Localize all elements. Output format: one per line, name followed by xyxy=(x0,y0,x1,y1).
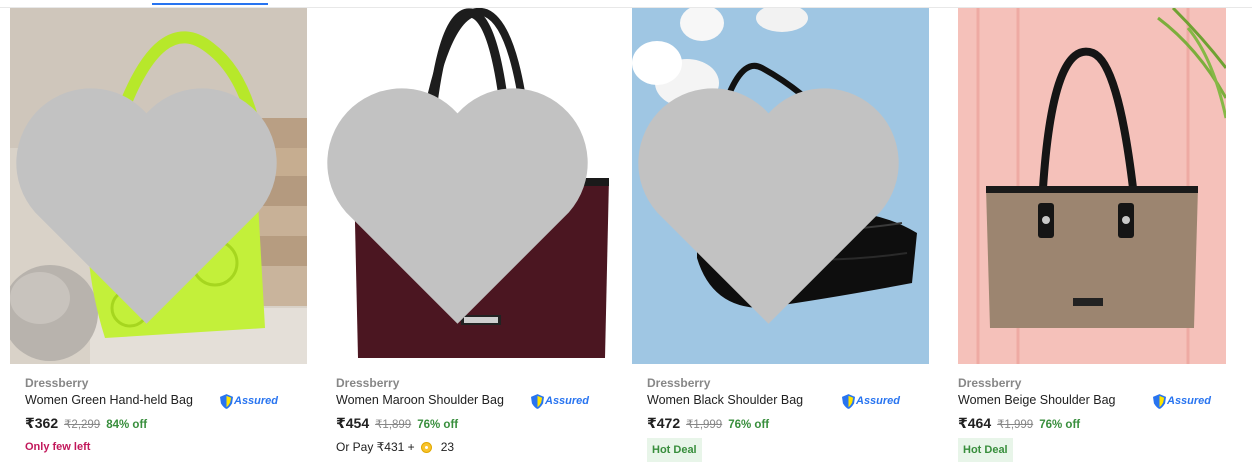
product-brand: Dressberry xyxy=(336,376,400,390)
price-row: ₹362 ₹2,299 84% off xyxy=(25,415,147,432)
heart-icon[interactable] xyxy=(632,22,917,364)
assured-badge: Assured xyxy=(842,393,900,409)
product-brand: Dressberry xyxy=(25,376,89,390)
original-price: ₹1,899 xyxy=(375,419,412,431)
assured-label: Assured xyxy=(545,395,590,407)
supercoin-icon xyxy=(420,441,432,453)
discount-percent: 76% off xyxy=(1039,419,1081,431)
assured-shield-icon xyxy=(842,393,855,409)
heart-icon[interactable] xyxy=(321,22,606,364)
original-price: ₹2,299 xyxy=(64,419,101,431)
assured-label: Assured xyxy=(1167,395,1212,407)
stock-alert: Only few left xyxy=(25,441,91,453)
product-title[interactable]: Women Beige Shoulder Bag xyxy=(958,393,1116,407)
supercoin-count: 23 xyxy=(440,440,455,454)
discount-percent: 76% off xyxy=(417,419,459,431)
selling-price: ₹464 xyxy=(958,415,992,431)
selling-price: ₹454 xyxy=(336,415,370,431)
selling-price: ₹472 xyxy=(647,415,681,431)
hot-deal-badge: Hot Deal xyxy=(647,438,702,462)
assured-badge: Assured xyxy=(1153,393,1211,409)
green-quilted-handbag-image[interactable] xyxy=(10,8,307,364)
assured-shield-icon xyxy=(531,393,544,409)
product-title[interactable]: Women Green Hand-held Bag xyxy=(25,393,193,407)
product-brand: Dressberry xyxy=(647,376,711,390)
supercoin-offer-label: Or Pay ₹431 + xyxy=(336,440,415,454)
product-card[interactable]: Dressberry Women Black Shoulder Bag Assu… xyxy=(622,8,933,463)
price-row: ₹454 ₹1,899 76% off xyxy=(336,415,458,432)
assured-label: Assured xyxy=(856,395,901,407)
product-card[interactable]: Dressberry Women Beige Shoulder Bag Assu… xyxy=(933,8,1244,463)
assured-badge: Assured xyxy=(531,393,589,409)
assured-badge: Assured xyxy=(220,393,278,409)
price-row: ₹464 ₹1,999 76% off xyxy=(958,415,1080,432)
hot-deal-badge: Hot Deal xyxy=(958,438,1013,462)
discount-percent: 76% off xyxy=(728,419,770,431)
product-grid: Dressberry Women Green Hand-held Bag Ass… xyxy=(0,0,1252,463)
heart-icon[interactable] xyxy=(10,22,295,364)
product-title[interactable]: Women Maroon Shoulder Bag xyxy=(336,393,504,407)
price-row: ₹472 ₹1,999 76% off xyxy=(647,415,769,432)
product-card[interactable]: Dressberry Women Green Hand-held Bag Ass… xyxy=(0,8,311,463)
supercoin-offer: Or Pay ₹431 + 23 xyxy=(336,440,454,454)
original-price: ₹1,999 xyxy=(686,419,723,431)
assured-shield-icon xyxy=(1153,393,1166,409)
discount-percent: 84% off xyxy=(106,419,148,431)
product-title[interactable]: Women Black Shoulder Bag xyxy=(647,393,803,407)
product-brand: Dressberry xyxy=(958,376,1022,390)
selling-price: ₹362 xyxy=(25,415,59,431)
original-price: ₹1,999 xyxy=(997,419,1034,431)
black-shoulder-bag-image[interactable] xyxy=(632,8,929,364)
maroon-tote-bag-image[interactable] xyxy=(321,8,618,364)
beige-tote-bag-image[interactable] xyxy=(958,8,1226,364)
assured-label: Assured xyxy=(234,395,279,407)
assured-shield-icon xyxy=(220,393,233,409)
product-card[interactable]: Dressberry Women Maroon Shoulder Bag Ass… xyxy=(311,8,622,463)
